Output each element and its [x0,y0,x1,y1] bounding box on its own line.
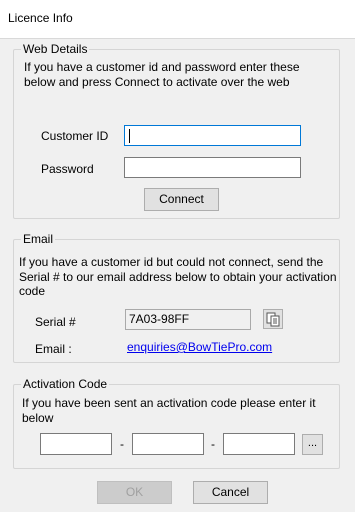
serial-label: Serial # [35,315,76,329]
web-details-description: If you have a customer id and password e… [24,60,300,89]
activation-code-legend: Activation Code [21,377,110,391]
serial-field: 7A03-98FF [125,309,251,330]
code-separator-2: - [211,437,215,451]
connect-button[interactable]: Connect [144,188,219,211]
email-link[interactable]: enquiries@BowTiePro.com [127,340,272,354]
text-caret [129,129,130,143]
window-title: Licence Info [8,11,73,25]
ok-button[interactable]: OK [97,481,172,504]
copy-icon [266,312,280,327]
email-label: Email : [35,342,72,356]
email-description: If you have a customer id but could not … [19,255,337,298]
password-input[interactable] [124,157,301,178]
activation-description: If you have been sent an activation code… [22,396,316,425]
web-details-legend: Web Details [21,42,90,56]
cancel-button[interactable]: Cancel [193,481,268,504]
password-label: Password [41,162,94,176]
browse-code-button[interactable]: ... [302,434,323,455]
email-legend: Email [21,232,56,246]
activation-code-2-input[interactable] [132,433,204,455]
activation-code-1-input[interactable] [40,433,112,455]
activation-code-3-input[interactable] [223,433,295,455]
title-bar: Licence Info [0,0,355,39]
customer-id-label: Customer ID [41,129,109,143]
customer-id-input[interactable] [124,125,301,146]
code-separator-1: - [120,437,124,451]
copy-serial-button[interactable] [263,309,283,329]
